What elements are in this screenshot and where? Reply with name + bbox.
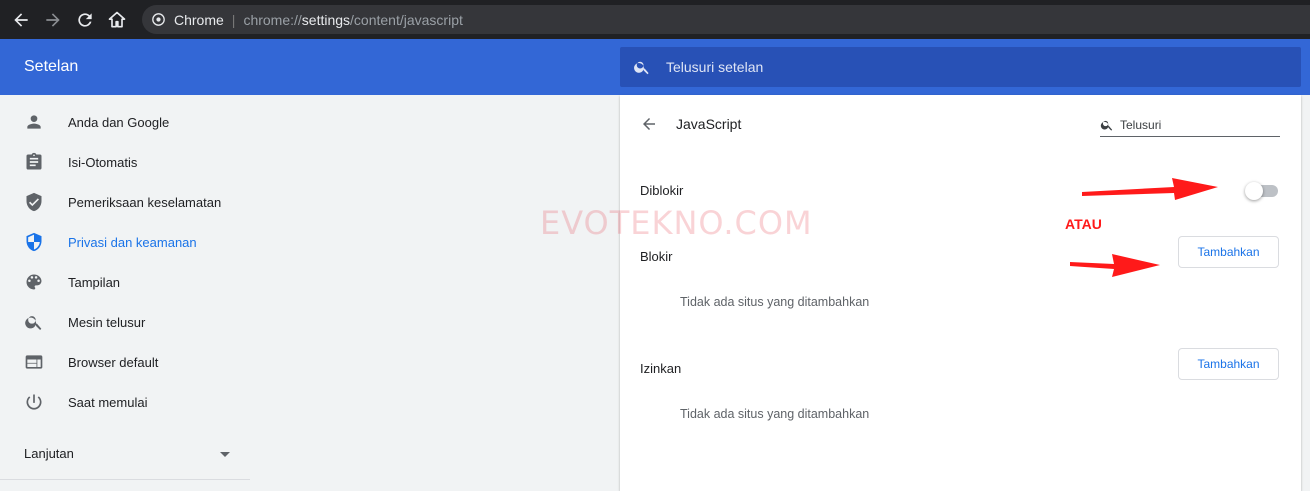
address-bar[interactable]: Chrome | chrome://settings/content/javas… (142, 5, 1310, 34)
search-icon (634, 61, 649, 75)
chrome-logo-icon (152, 13, 165, 26)
sidebar-divider (0, 479, 250, 480)
annotation-atau: ATAU (1065, 216, 1102, 232)
site-name: Chrome (174, 11, 224, 28)
settings-search-input[interactable] (666, 59, 1266, 75)
sidebar-item-default-browser[interactable]: Browser default (0, 342, 250, 382)
home-icon[interactable] (106, 9, 128, 31)
omnibox-separator: | (231, 11, 236, 28)
subpage-title: JavaScript (676, 116, 742, 132)
toggle-knob (1245, 182, 1263, 200)
subpage-search[interactable] (1100, 113, 1280, 137)
url-path: /content/javascript (350, 11, 463, 28)
red-arrow-icon (1070, 254, 1160, 277)
clipboard-icon (24, 152, 44, 172)
sidebar-advanced-toggle[interactable]: Lanjutan (24, 443, 230, 463)
sidebar-item-safety-check[interactable]: Pemeriksaan keselamatan (0, 182, 250, 222)
sidebar-item-label: Mesin telusur (68, 314, 146, 330)
sidebar-item-you-and-google[interactable]: Anda dan Google (0, 102, 250, 142)
allow-section-label: Izinkan (640, 361, 682, 376)
sidebar-item-label: Privasi dan keamanan (68, 234, 197, 250)
sidebar-item-privacy[interactable]: Privasi dan keamanan (0, 222, 250, 262)
sidebar-item-search-engine[interactable]: Mesin telusur (0, 302, 250, 342)
sidebar-item-label: Isi-Otomatis (68, 154, 138, 170)
sidebar-item-label: Browser default (68, 354, 159, 370)
arrow-left-icon (643, 118, 655, 130)
url-host: settings (301, 11, 351, 28)
watermark: EVOTEKNO.COM (540, 204, 813, 242)
javascript-settings-card: JavaScript Diblokir Blokir Tambahkan Tid… (620, 95, 1301, 491)
browser-toolbar: Chrome | chrome://settings/content/javas… (0, 0, 1310, 39)
forward-arrow-icon[interactable] (42, 9, 64, 31)
power-icon (24, 392, 44, 412)
add-block-site-button[interactable]: Tambahkan (1178, 236, 1279, 268)
sidebar: Anda dan Google Isi-Otomatis Pemeriksaan… (0, 95, 250, 491)
blocked-toggle-label: Diblokir (640, 183, 684, 198)
blocked-toggle[interactable] (1245, 182, 1278, 200)
sidebar-item-label: Anda dan Google (68, 114, 170, 130)
search-icon (24, 312, 44, 332)
shield-check-icon (24, 192, 44, 212)
browser-window-icon (24, 352, 44, 372)
reload-icon[interactable] (74, 9, 96, 31)
sidebar-item-on-startup[interactable]: Saat memulai (0, 382, 250, 422)
subpage-search-input[interactable] (1120, 117, 1270, 132)
sidebar-item-label: Pemeriksaan keselamatan (68, 194, 222, 210)
back-button[interactable] (638, 113, 660, 135)
page-title: Setelan (24, 58, 79, 75)
settings-header: Setelan (0, 39, 1310, 95)
sidebar-item-label: Tampilan (68, 274, 121, 290)
caret-down-icon (220, 446, 230, 461)
search-icon (1100, 120, 1113, 131)
person-icon (24, 112, 44, 132)
sidebar-item-autofill[interactable]: Isi-Otomatis (0, 142, 250, 182)
settings-search[interactable] (620, 47, 1301, 87)
back-arrow-icon[interactable] (10, 9, 32, 31)
sidebar-advanced-label: Lanjutan (24, 445, 74, 461)
palette-icon (24, 272, 44, 292)
block-empty-text: Tidak ada situs yang ditambahkan (680, 295, 870, 309)
add-allow-site-button[interactable]: Tambahkan (1178, 348, 1279, 380)
sidebar-item-appearance[interactable]: Tampilan (0, 262, 250, 302)
url-prefix: chrome:// (243, 11, 302, 28)
block-section-label: Blokir (640, 249, 673, 264)
shield-half-icon (24, 232, 44, 252)
allow-empty-text: Tidak ada situs yang ditambahkan (680, 407, 870, 421)
red-arrow-icon (1082, 178, 1218, 200)
sidebar-item-label: Saat memulai (68, 394, 148, 410)
